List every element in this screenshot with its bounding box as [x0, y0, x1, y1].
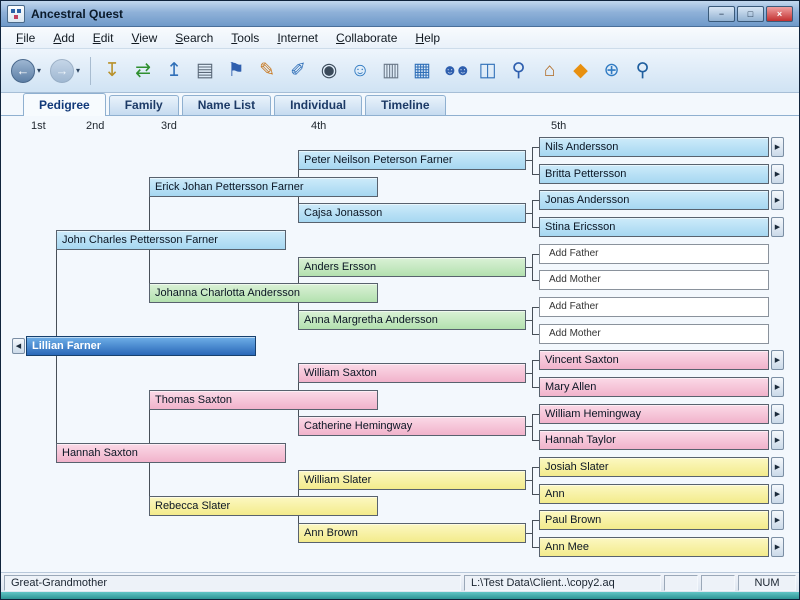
pedigree-box-gen5-pos8[interactable]: Add Mother	[539, 324, 769, 344]
statusbar-panel-1	[664, 575, 698, 591]
connector-line	[532, 547, 539, 548]
connector-line	[532, 200, 533, 227]
expand-ancestors-button[interactable]: ▶	[771, 404, 784, 424]
statusbar-panel-2	[701, 575, 735, 591]
connector-line	[532, 174, 539, 175]
expand-ancestors-button[interactable]: ▶	[771, 190, 784, 210]
pedigree-box-gen2-pos2[interactable]: Hannah Saxton	[56, 443, 286, 463]
connector-line	[298, 383, 299, 390]
pedigree-box-gen4-pos4[interactable]: Anna Margretha Andersson	[298, 310, 526, 330]
expand-ancestors-button[interactable]: ▶	[771, 164, 784, 184]
pedigree-box-gen2-pos1[interactable]: John Charles Pettersson Farner	[56, 230, 286, 250]
connector-line	[532, 467, 533, 494]
tab-individual[interactable]: Individual	[274, 95, 362, 115]
app-window: Ancestral Quest − □ × FileAddEditViewSea…	[0, 0, 800, 600]
pedigree-box-gen5-pos9[interactable]: Vincent Saxton	[539, 350, 769, 370]
pedigree-box-gen3-pos1[interactable]: Erick Johan Pettersson Farner	[149, 177, 378, 197]
pedigree-box-gen3-pos2[interactable]: Johanna Charlotta Andersson	[149, 283, 378, 303]
connector-line	[532, 360, 533, 387]
pedigree-box-gen5-pos7[interactable]: Add Father	[539, 297, 769, 317]
pedigree-box-gen5-pos16[interactable]: Ann Mee	[539, 537, 769, 557]
statusbar: Great-Grandmother L:\Test Data\Client..\…	[1, 572, 799, 593]
expand-ancestors-button[interactable]: ▶	[771, 350, 784, 370]
connector-line	[532, 494, 539, 495]
connector-line	[149, 410, 150, 443]
connector-line	[532, 280, 539, 281]
expand-ancestors-button[interactable]: ▶	[771, 137, 784, 157]
pedigree-box-gen5-pos15[interactable]: Paul Brown	[539, 510, 769, 530]
connector-line	[298, 170, 299, 177]
connector-line	[532, 254, 539, 255]
pedigree-box-gen5-pos1[interactable]: Nils Andersson	[539, 137, 769, 157]
expand-ancestors-button[interactable]: ▶	[771, 484, 784, 504]
expand-ancestors-button[interactable]: ▶	[771, 217, 784, 237]
connector-line	[532, 414, 533, 440]
pedigree-box-gen5-pos2[interactable]: Britta Pettersson	[539, 164, 769, 184]
tab-pedigree[interactable]: Pedigree	[23, 93, 106, 116]
tab-name-list[interactable]: Name List	[182, 95, 271, 115]
connector-line	[298, 303, 299, 310]
tab-family[interactable]: Family	[109, 95, 179, 115]
connector-line	[532, 147, 533, 174]
connector-line	[532, 520, 533, 547]
pedigree-box-gen5-pos6[interactable]: Add Mother	[539, 270, 769, 290]
connector-line	[532, 227, 539, 228]
connector-line	[532, 307, 539, 308]
pedigree-box-gen5-pos3[interactable]: Jonas Andersson	[539, 190, 769, 210]
previous-generation-button[interactable]: ◀	[12, 338, 25, 354]
window-bottom-frame	[1, 592, 799, 599]
connector-line	[532, 387, 539, 388]
connector-line	[532, 414, 539, 415]
connector-line	[56, 356, 57, 443]
pedigree-box-gen4-pos5[interactable]: William Saxton	[298, 363, 526, 383]
expand-ancestors-button[interactable]: ▶	[771, 457, 784, 477]
connector-line	[56, 250, 57, 336]
pedigree-box-gen1-pos1[interactable]: Lillian Farner	[26, 336, 256, 356]
pedigree-box-gen4-pos2[interactable]: Cajsa Jonasson	[298, 203, 526, 223]
expand-ancestors-button[interactable]: ▶	[771, 430, 784, 450]
view-tabstrip: PedigreeFamilyName ListIndividualTimelin…	[1, 93, 799, 116]
connector-line	[149, 463, 150, 496]
connector-line	[532, 360, 539, 361]
numlock-indicator: NUM	[738, 575, 796, 591]
pedigree-box-gen5-pos11[interactable]: William Hemingway	[539, 404, 769, 424]
expand-ancestors-button[interactable]: ▶	[771, 510, 784, 530]
relationship-status: Great-Grandmother	[4, 575, 461, 591]
pedigree-box-gen5-pos13[interactable]: Josiah Slater	[539, 457, 769, 477]
connector-line	[298, 516, 299, 523]
expand-ancestors-button[interactable]: ▶	[771, 377, 784, 397]
connector-line	[532, 200, 539, 201]
pedigree-box-gen5-pos14[interactable]: Ann	[539, 484, 769, 504]
pedigree-box-gen4-pos3[interactable]: Anders Ersson	[298, 257, 526, 277]
connector-line	[532, 307, 533, 334]
pedigree-box-gen3-pos3[interactable]: Thomas Saxton	[149, 390, 378, 410]
pedigree-chart: Lillian Farner John Charles Pettersson Fa…	[1, 1, 799, 599]
pedigree-box-gen4-pos1[interactable]: Peter Neilson Peterson Farner	[298, 150, 526, 170]
connector-line	[532, 334, 539, 335]
expand-ancestors-button[interactable]: ▶	[771, 537, 784, 557]
connector-line	[149, 250, 150, 283]
tab-timeline[interactable]: Timeline	[365, 95, 445, 115]
pedigree-box-gen4-pos6[interactable]: Catherine Hemingway	[298, 416, 526, 436]
connector-line	[532, 467, 539, 468]
connector-line	[532, 440, 539, 441]
connector-line	[532, 147, 539, 148]
pedigree-box-gen5-pos12[interactable]: Hannah Taylor	[539, 430, 769, 450]
file-path: L:\Test Data\Client..\copy2.aq	[464, 575, 661, 591]
pedigree-box-gen3-pos4[interactable]: Rebecca Slater	[149, 496, 378, 516]
connector-line	[532, 254, 533, 280]
connector-line	[532, 520, 539, 521]
connector-line	[149, 197, 150, 230]
pedigree-box-gen5-pos4[interactable]: Stina Ericsson	[539, 217, 769, 237]
pedigree-box-gen5-pos10[interactable]: Mary Allen	[539, 377, 769, 397]
pedigree-box-gen4-pos8[interactable]: Ann Brown	[298, 523, 526, 543]
pedigree-box-gen5-pos5[interactable]: Add Father	[539, 244, 769, 264]
pedigree-box-gen4-pos7[interactable]: William Slater	[298, 470, 526, 490]
